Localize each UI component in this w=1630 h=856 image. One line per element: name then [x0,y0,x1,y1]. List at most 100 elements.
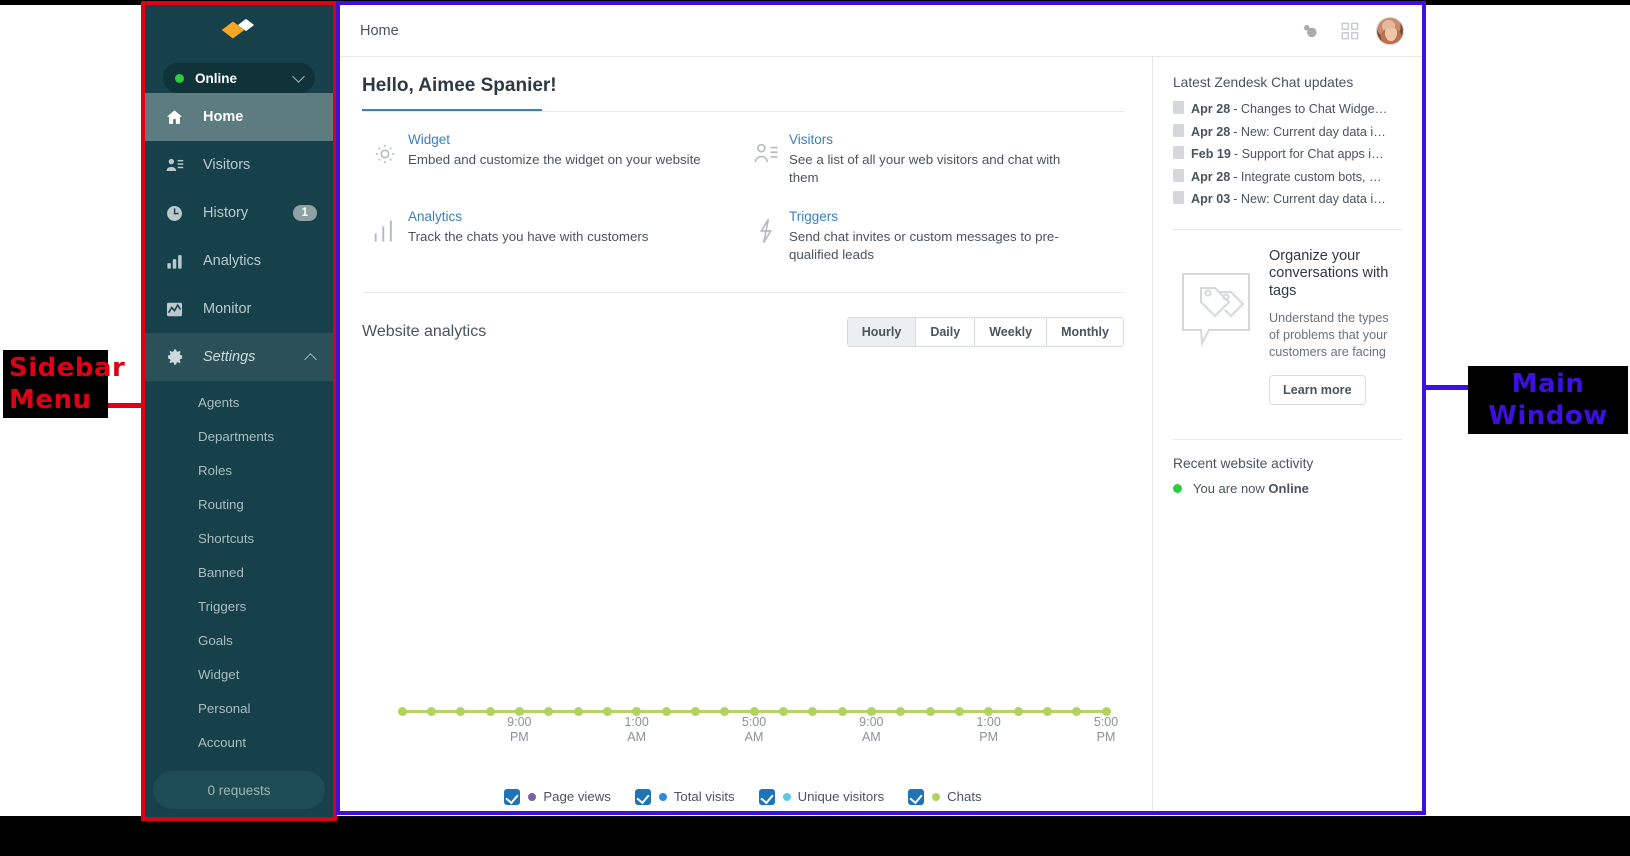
sidebar-item-history[interactable]: History 1 [145,189,333,237]
tab-weekly[interactable]: Weekly [974,317,1047,346]
checkbox-chats[interactable] [908,788,925,805]
sidebar-subitem-goals[interactable]: Goals [145,623,333,657]
sidebar-item-visitors[interactable]: Visitors [145,141,333,189]
update-text: - New: Current day data i… [1233,192,1386,207]
bar-chart-icon [362,209,408,264]
promo-body: Understand the types of problems that yo… [1269,310,1389,359]
sidebar-item-label: Visitors [203,157,251,173]
analytics-title: Website analytics [362,322,487,340]
sidebar-item-analytics[interactable]: Analytics [145,237,333,285]
chart-legend: Page views Total visits Unique visitors [362,785,1124,805]
x-axis-tick-label: 9:00 PM [507,714,532,744]
sidebar-subitem-personal[interactable]: Personal [145,691,333,725]
legend-item-unique-visitors[interactable]: Unique visitors [758,788,884,805]
sidebar-item-label: Analytics [203,253,262,269]
list-item[interactable]: Apr 03 - New: Current day data i… [1173,188,1402,211]
legend-item-chats[interactable]: Chats [908,788,982,805]
page-title: Home [360,22,399,39]
list-item[interactable]: Apr 28 - New: Current day data i… [1173,121,1402,144]
legend-item-total-visits[interactable]: Total visits [634,788,735,805]
quick-link-visitors[interactable]: Visitors See a list of all your web visi… [743,132,1124,209]
sidebar-item-label: Settings [203,349,256,365]
annotation-leader-main [1426,385,1472,390]
legend-label: Chats [947,789,982,805]
tab-hourly[interactable]: Hourly [847,317,916,346]
right-panel: Latest Zendesk Chat updates Apr 28 - Cha… [1152,57,1422,811]
sidebar-subitem-routing[interactable]: Routing [145,487,333,521]
list-item[interactable]: Apr 28 - Integrate custom bots, … [1173,166,1402,189]
sidebar-subitem-departments[interactable]: Departments [145,419,333,453]
main-window: Home Hello, Aimee Spanier! Widget Embed … [340,5,1422,811]
swatch-page-views [528,792,537,801]
sidebar-item-monitor[interactable]: Monitor [145,285,333,333]
checkbox-unique-visitors[interactable] [758,788,775,805]
brand-logo[interactable] [145,5,333,61]
update-date: Apr 03 [1191,192,1231,207]
update-date: Apr 28 [1191,102,1231,117]
sidebar-item-home[interactable]: Home [145,93,333,141]
sidebar-subitem-shortcuts[interactable]: Shortcuts [145,521,333,555]
note-icon [1173,168,1191,185]
sidebar-subitem-account[interactable]: Account [145,725,333,759]
sidebar-item-label: History [203,205,249,221]
greeting-heading: Hello, Aimee Spanier! [362,75,557,96]
history-count-badge: 1 [292,205,317,221]
visitors-icon [743,132,789,187]
quick-link-desc: See a list of all your web visitors and … [789,152,1061,185]
note-icon [1173,101,1191,117]
quick-link-analytics[interactable]: Analytics Track the chats you have with … [362,209,743,286]
learn-more-button[interactable]: Learn more [1269,374,1366,405]
bolt-icon [743,209,789,264]
sidebar-subitem-banned[interactable]: Banned [145,555,333,589]
top-bar: Home [340,5,1422,57]
note-icon [1173,146,1191,162]
update-date: Apr 28 [1191,169,1231,184]
list-item[interactable]: Apr 28 - Changes to Chat Widge… [1173,98,1402,121]
legend-item-page-views[interactable]: Page views [504,788,611,805]
quick-link-title[interactable]: Triggers [789,209,1089,224]
x-axis-tick-label: 1:00 AM [624,714,649,744]
list-item[interactable]: Feb 19 - Support for Chat apps i… [1173,143,1402,166]
dashboard-column: Hello, Aimee Spanier! Widget Embed and c… [340,57,1152,811]
activity-item: You are now Online [1173,481,1402,496]
panel-divider-2 [1173,438,1402,440]
tab-monthly[interactable]: Monthly [1046,317,1123,346]
quick-link-triggers[interactable]: Triggers Send chat invites or custom mes… [743,209,1124,286]
quick-link-title[interactable]: Analytics [408,209,648,224]
monitor-icon [165,300,193,319]
checkbox-total-visits[interactable] [634,788,651,805]
checkbox-page-views[interactable] [504,788,521,805]
tab-daily[interactable]: Daily [915,317,975,346]
swatch-chats [932,792,941,801]
update-text: - New: Current day data i… [1233,124,1386,139]
legend-label: Page views [543,789,611,805]
apps-grid-icon[interactable] [1330,22,1370,40]
sidebar-subitem-triggers[interactable]: Triggers [145,589,333,623]
chevron-down-icon [292,69,305,83]
tags-speech-bubble-icon [1173,248,1265,405]
requests-button[interactable]: 0 requests [153,771,325,809]
chat-bubbles-icon[interactable] [1290,20,1330,42]
avatar[interactable] [1376,16,1404,45]
x-axis-tick-label: 5:00 AM [741,714,767,744]
sidebar-item-label: Monitor [203,301,252,317]
agent-status-selector[interactable]: Online [163,63,315,93]
update-date: Feb 19 [1191,147,1231,162]
quick-link-title[interactable]: Widget [408,132,701,147]
sidebar-item-label: Home [203,109,244,125]
sidebar-subitem-widget[interactable]: Widget [145,657,333,691]
quick-link-title[interactable]: Visitors [789,132,1089,147]
note-icon [1173,123,1191,140]
chart-plot-area [397,355,1111,716]
update-date: Apr 28 [1191,124,1231,139]
visitors-icon [165,156,193,175]
settings-submenu: Agents Departments Roles Routing Shortcu… [145,381,333,759]
quick-link-desc: Send chat invites or custom messages to … [789,228,1059,262]
sidebar-item-settings[interactable]: Settings [145,333,333,381]
promo-card: Organize your conversations with tags Un… [1173,230,1402,405]
updates-list: Apr 28 - Changes to Chat Widge… Apr 28 -… [1173,98,1402,211]
quick-link-widget[interactable]: Widget Embed and customize the widget on… [362,132,743,209]
sidebar-subitem-agents[interactable]: Agents [145,385,333,419]
clock-icon [165,204,193,223]
sidebar-subitem-roles[interactable]: Roles [145,453,333,487]
